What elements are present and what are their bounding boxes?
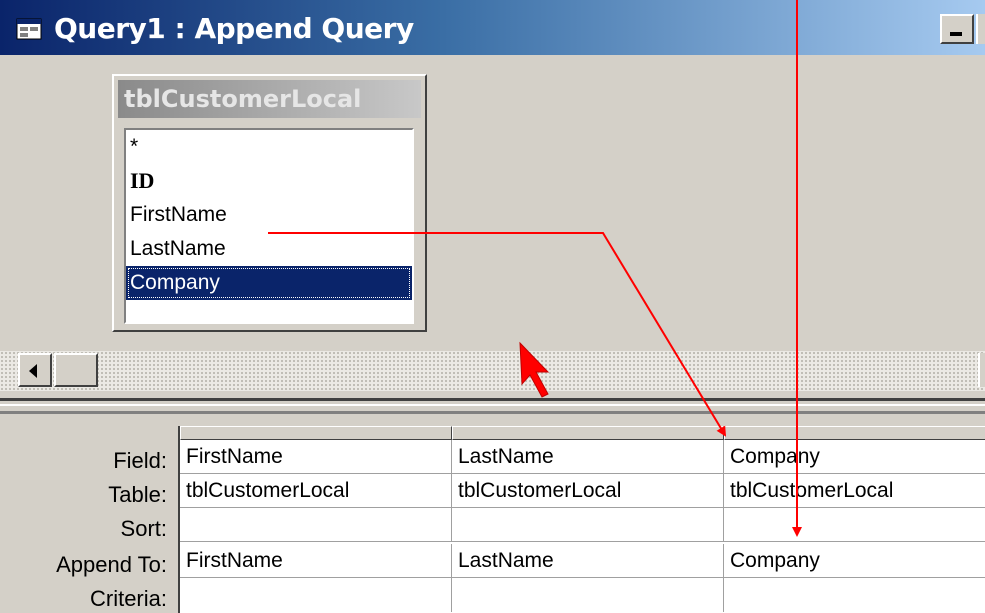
row-label-field: Field: (113, 448, 167, 473)
grid-cell-append-to[interactable]: Company (724, 544, 985, 578)
row-label-append-to: Append To: (56, 552, 167, 577)
column-selector[interactable] (452, 426, 724, 440)
grid-cell-criteria[interactable] (724, 578, 985, 612)
scroll-right-button[interactable] (978, 353, 985, 387)
field-item-lastname[interactable]: LastName (126, 232, 412, 266)
scroll-thumb[interactable] (54, 353, 98, 387)
horizontal-scrollbar[interactable] (0, 351, 985, 391)
grid-cell-table[interactable]: tblCustomerLocal (452, 474, 724, 508)
grid-cell-sort[interactable] (452, 508, 724, 542)
row-label-sort: Sort: (120, 516, 167, 541)
table-pane: tblCustomerLocal * ID FirstName LastName… (0, 55, 985, 398)
column-selector[interactable] (724, 426, 985, 440)
query-window-icon (16, 18, 42, 40)
minimize-button[interactable] (940, 14, 974, 44)
field-list-title[interactable]: tblCustomerLocal (118, 80, 421, 118)
field-item-id[interactable]: ID (126, 164, 412, 198)
column-selector[interactable] (180, 426, 452, 440)
grid-cell-table[interactable]: tblCustomerLocal (180, 474, 452, 508)
grid-cell-field[interactable]: FirstName (180, 440, 452, 474)
field-item-firstname[interactable]: FirstName (126, 198, 412, 232)
grid-cell-field[interactable]: Company (724, 440, 985, 474)
row-label-criteria: Criteria: (89, 586, 167, 611)
pane-splitter[interactable] (0, 398, 985, 414)
grid-cell-sort[interactable] (180, 508, 452, 542)
query-design-window: Query1 : Append Query tblCustomerLocal *… (0, 0, 985, 613)
field-list-window[interactable]: tblCustomerLocal * ID FirstName LastName… (112, 74, 427, 332)
grid-cell-table[interactable]: tblCustomerLocal (724, 474, 985, 508)
row-label-table: Table: (108, 482, 167, 507)
window-title: Query1 : Append Query (54, 12, 414, 45)
grid-cell-criteria[interactable] (452, 578, 724, 612)
grid-cell-append-to[interactable]: LastName (452, 544, 724, 578)
field-list[interactable]: * ID FirstName LastName Company (124, 128, 414, 324)
grid-cell-field[interactable]: LastName (452, 440, 724, 474)
field-item-company[interactable]: Company (126, 266, 412, 300)
design-grid-pane: Field: Table: Sort: Append To: Criteria:… (0, 414, 985, 613)
title-bar[interactable]: Query1 : Append Query (0, 0, 985, 55)
grid-cell-append-to[interactable]: FirstName (180, 544, 452, 578)
scroll-left-button[interactable] (18, 353, 52, 387)
maximize-button[interactable] (976, 14, 985, 44)
grid-cell-criteria[interactable] (180, 578, 452, 612)
query-design-grid: FirstName tblCustomerLocal FirstName Las… (178, 426, 985, 613)
grid-cell-sort[interactable] (724, 508, 985, 542)
field-item-all[interactable]: * (126, 130, 412, 164)
